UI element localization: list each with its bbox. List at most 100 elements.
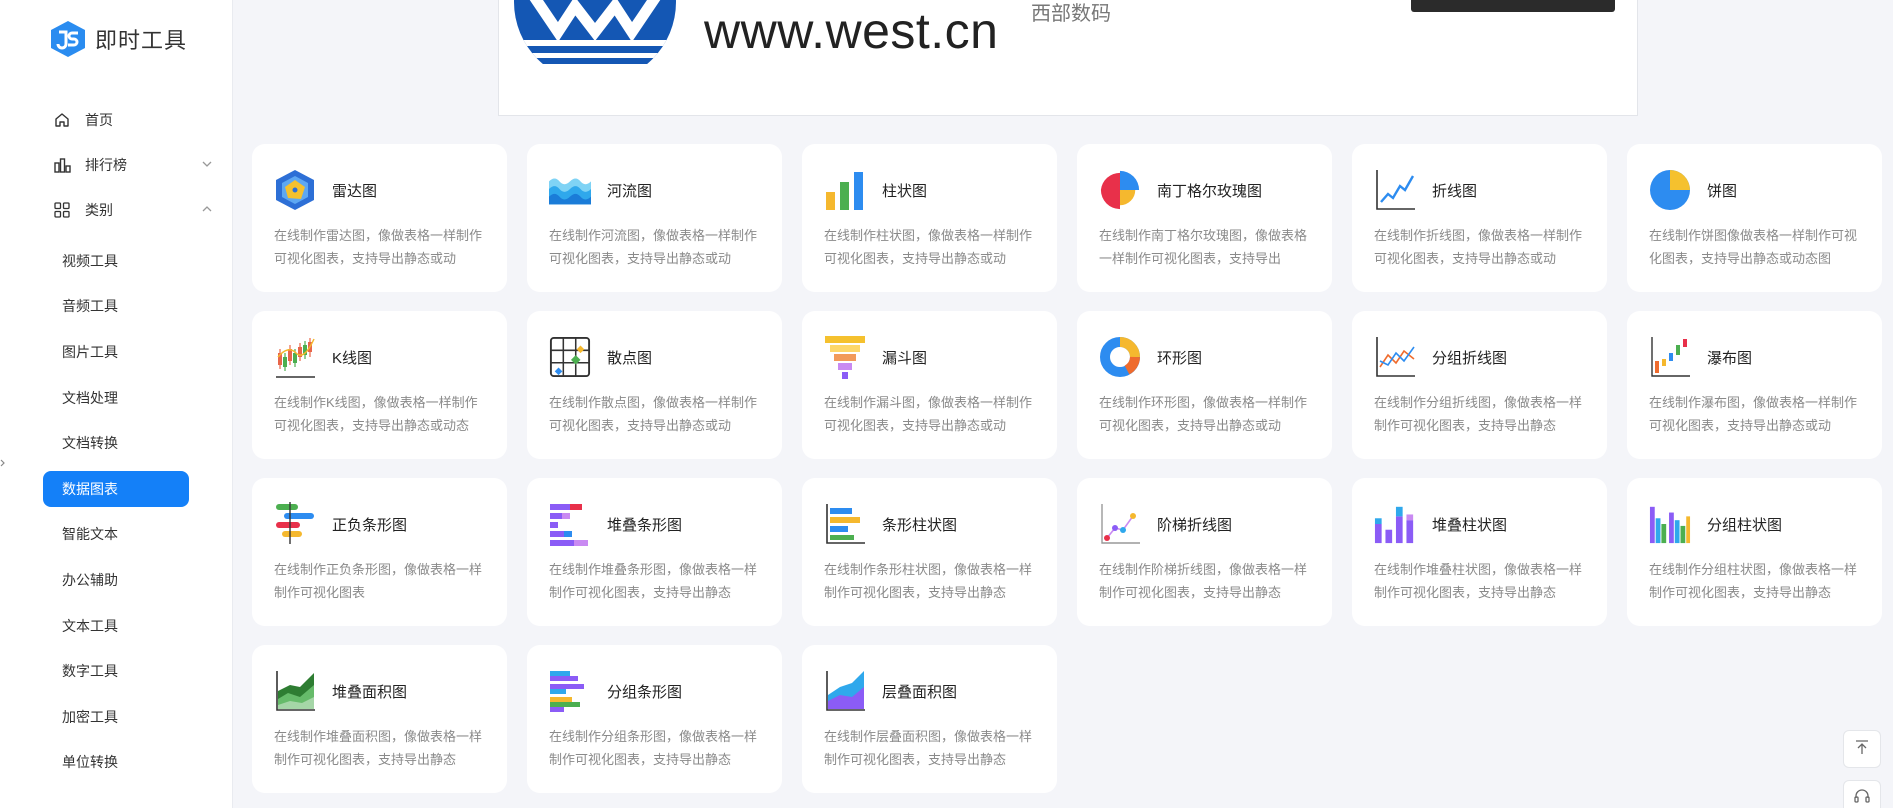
bar-column-chart-icon (824, 501, 866, 547)
chart-tool-card[interactable]: 堆叠柱状图 在线制作堆叠柱状图，像做表格一样制作可视化图表，支持导出静态 (1352, 478, 1607, 626)
funnel-chart-icon (824, 334, 866, 380)
card-title: 堆叠柱状图 (1432, 516, 1508, 534)
card-description: 在线制作环形图，像做表格一样制作可视化图表，支持导出静态或动 (1099, 395, 1308, 433)
sidebar-item[interactable]: 智能文本 (0, 512, 233, 558)
nightingale-rose-icon (1099, 167, 1141, 213)
chart-tool-card[interactable]: 瀑布图在线制作瀑布图，像做表格一样制作可视化图表，支持导出静态或动 (1627, 311, 1882, 459)
card-description: 在线制作堆叠条形图，像做表格一样制作可视化图表，支持导出静态 (549, 562, 758, 600)
category-list: 视频工具 音频工具 图片工具 文档处理 文档转换数据图表智能文本 办公辅助 文本工具 数字工具… (0, 238, 233, 785)
sidebar-item[interactable]: 数字工具 (0, 648, 233, 694)
card-title: 瀑布图 (1707, 349, 1753, 367)
back-to-top-button[interactable] (1843, 730, 1881, 768)
sidebar-item[interactable]: 音频工具 (0, 284, 233, 330)
chart-tool-card[interactable]: 饼图在线制作饼图像做表格一样制作可视化图表，支持导出静态或动态图 (1627, 144, 1882, 292)
card-description: 在线制作雷达图，像做表格一样制作可视化图表，支持导出静态或动 (274, 228, 483, 266)
card-title: 条形柱状图 (882, 516, 958, 534)
nav-category-label: 类别 (85, 201, 113, 218)
card-description: 在线制作层叠面积图，像做表格一样制作可视化图表，支持导出静态 (824, 729, 1033, 767)
card-title: 层叠面积图 (882, 683, 958, 701)
ad-banner[interactable]: www.west.cn 西部数码 (498, 0, 1638, 116)
headset-icon (1853, 787, 1871, 808)
nav-ranking-label: 排行榜 (85, 156, 127, 173)
chart-tool-card[interactable]: 柱状图 在线制作柱状图，像做表格一样制作可视化图表，支持导出静态或动 (802, 144, 1057, 292)
stacked-bar-icon (549, 501, 591, 547)
nav-home-label: 首页 (85, 111, 113, 128)
card-title: K线图 (332, 349, 373, 367)
card-description: 在线制作折线图，像做表格一样制作可视化图表，支持导出静态或动 (1374, 228, 1583, 266)
card-description: 在线制作散点图，像做表格一样制作可视化图表，支持导出静态或动 (549, 395, 758, 433)
grid-icon (53, 201, 71, 219)
card-title: 堆叠面积图 (332, 683, 408, 701)
chart-tool-card[interactable]: 正负条形图在线制作正负条形图，像做表格一样制作可视化图表 (252, 478, 507, 626)
chart-tool-card[interactable]: 环形图在线制作环形图，像做表格一样制作可视化图表，支持导出静态或动 (1077, 311, 1332, 459)
donut-chart-icon (1099, 334, 1141, 380)
sidebar-item[interactable]: 文档处理 (0, 375, 233, 421)
waterfall-chart-icon (1649, 334, 1691, 380)
sidebar-item[interactable]: 单位转换 (0, 740, 233, 786)
app-logo[interactable]: 即时工具 (50, 20, 187, 58)
banner-button[interactable] (1411, 0, 1615, 12)
card-title: 分组柱状图 (1707, 516, 1783, 534)
radar-chart-icon (274, 167, 316, 213)
chart-tool-card[interactable]: 条形柱状图 在线制作条形柱状图，像做表格一样制作可视化图表，支持导出静态 (802, 478, 1057, 626)
card-description: 在线制作分组条形图，像做表格一样制作可视化图表，支持导出静态 (549, 729, 758, 767)
chart-tool-card[interactable]: 层叠面积图在线制作层叠面积图，像做表格一样制作可视化图表，支持导出静态 (802, 645, 1057, 793)
card-title: 正负条形图 (332, 516, 408, 534)
chart-tool-card[interactable]: 堆叠面积图 在线制作堆叠面积图，像做表格一样制作可视化图表，支持导出静态 (252, 645, 507, 793)
chart-tool-grid: 雷达图 在线制作雷达图，像做表格一样制作可视化图表，支持导出静态或动 河流图 在线制作… (252, 144, 1882, 793)
chart-tool-card[interactable]: 分组折线图 在线制作分组折线图，像做表格一样制作可视化图表，支持导出静态 (1352, 311, 1607, 459)
chart-tool-card[interactable]: 漏斗图 在线制作漏斗图，像做表格一样制作可视化图表，支持导出静态或动 (802, 311, 1057, 459)
card-title: 雷达图 (332, 182, 378, 200)
sidebar-item[interactable]: 文本工具 (0, 603, 233, 649)
chevron-down-icon (200, 157, 214, 171)
card-description: 在线制作正负条形图，像做表格一样制作可视化图表 (274, 562, 483, 600)
grouped-line-chart-icon (1374, 334, 1416, 380)
chart-tool-card[interactable]: 分组条形图 在线制作分组条形图，像做表格一样制作可视化图表，支持导出静态 (527, 645, 782, 793)
sidebar-item[interactable]: 加密工具 (0, 694, 233, 740)
card-title: 环形图 (1157, 349, 1203, 367)
logo-icon (50, 20, 86, 58)
chart-tool-card[interactable]: 南丁格尔玫瑰图 在线制作南丁格尔玫瑰图，像做表格一样制作可视化图表，支持导出 (1077, 144, 1332, 292)
card-title: 饼图 (1707, 182, 1738, 200)
card-title: 柱状图 (882, 182, 928, 200)
chart-tool-card[interactable]: 散点图 在线制作散点图，像做表格一样制作可视化图表，支持导出静态或动 (527, 311, 782, 459)
banner-url: www.west.cn (704, 3, 999, 59)
bar-chart-icon (53, 156, 71, 174)
card-title: 堆叠条形图 (607, 516, 683, 534)
chart-tool-card[interactable]: K线图在线制作K线图，像做表格一样制作可视化图表，支持导出静态或动态 (252, 311, 507, 459)
chart-tool-card[interactable]: 折线图 在线制作折线图，像做表格一样制作可视化图表，支持导出静态或动 (1352, 144, 1607, 292)
nav-ranking[interactable]: 排行榜 (0, 142, 233, 187)
app-name: 即时工具 (95, 28, 188, 53)
line-chart-icon (1374, 167, 1416, 213)
scatter-chart-icon (549, 334, 591, 380)
card-description: 在线制作漏斗图，像做表格一样制作可视化图表，支持导出静态或动 (824, 395, 1033, 433)
card-description: 在线制作饼图像做表格一样制作可视化图表，支持导出静态或动态图 (1649, 228, 1858, 266)
sidebar-item[interactable]: 图片工具 (0, 329, 233, 375)
stacked-area-icon (274, 668, 316, 714)
card-description: 在线制作瀑布图，像做表格一样制作可视化图表，支持导出静态或动 (1649, 395, 1858, 433)
sidebar-item[interactable]: 数据图表 (43, 470, 189, 507)
sidebar-item[interactable]: 视频工具 (0, 238, 233, 284)
chart-tool-card[interactable]: 雷达图在线制作雷达图，像做表格一样制作可视化图表，支持导出静态或动 (252, 144, 507, 292)
grouped-bar-icon (549, 668, 591, 714)
chart-tool-card[interactable]: 分组柱状图在线制作分组柱状图，像做表格一样制作可视化图表，支持导出静态 (1627, 478, 1882, 626)
card-title: 阶梯折线图 (1157, 516, 1233, 534)
chart-tool-card[interactable]: 阶梯折线图 在线制作阶梯折线图，像做表格一样制作可视化图表，支持导出静态 (1077, 478, 1332, 626)
chart-tool-card[interactable]: 堆叠条形图在线制作堆叠条形图，像做表格一样制作可视化图表，支持导出静态 (527, 478, 782, 626)
card-description: 在线制作南丁格尔玫瑰图，像做表格一样制作可视化图表，支持导出 (1099, 228, 1308, 266)
chevron-up-icon (200, 202, 214, 216)
nav-home[interactable]: 首页 (0, 97, 233, 142)
collapse-arrow-icon[interactable] (0, 454, 6, 467)
card-description: 在线制作K线图，像做表格一样制作可视化图表，支持导出静态或动态 (274, 395, 478, 433)
card-description: 在线制作分组折线图，像做表格一样制作可视化图表，支持导出静态 (1374, 395, 1583, 433)
bar-chart-icon (824, 167, 866, 213)
customer-service-button[interactable] (1843, 780, 1881, 808)
card-description: 在线制作分组柱状图，像做表格一样制作可视化图表，支持导出静态 (1649, 562, 1858, 600)
sidebar-item[interactable]: 文档转换 (0, 420, 233, 466)
step-line-chart-icon (1099, 501, 1141, 547)
sidebar-item[interactable]: 办公辅助 (0, 557, 233, 603)
west-logo-icon (513, 0, 677, 64)
chart-tool-card[interactable]: 河流图 在线制作河流图，像做表格一样制作可视化图表，支持导出静态或动 (527, 144, 782, 292)
nav-category[interactable]: 类别 (0, 187, 233, 232)
banner-subtitle: 西部数码 (1031, 3, 1111, 25)
